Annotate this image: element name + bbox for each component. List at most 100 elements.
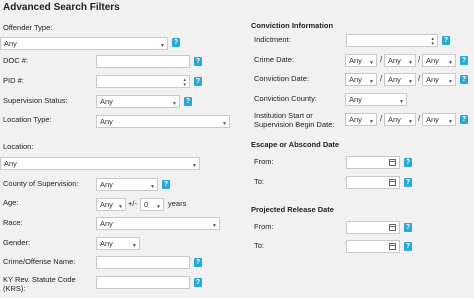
calendar-icon[interactable] (389, 243, 396, 250)
offender-type-label: Offender Type: (3, 23, 53, 32)
county-of-supervision-label: County of Supervision: (3, 179, 79, 188)
release-to-label: To: (254, 241, 265, 250)
krs-help-icon[interactable]: ? (194, 278, 202, 287)
escape-abscond-heading: Escape or Abscond Date (251, 140, 340, 149)
escape-to-date-input[interactable] (346, 176, 400, 189)
escape-from-label: From: (254, 157, 274, 166)
krs-code-input[interactable] (96, 276, 190, 289)
release-from-help-icon[interactable]: ? (404, 223, 412, 232)
age-range-select[interactable]: 0 ▼ (140, 198, 164, 211)
county-of-supervision-help-icon[interactable]: ? (162, 180, 170, 189)
institution-start-day-select[interactable]: Any ▼ (384, 113, 416, 126)
conviction-date-year-select[interactable]: Any ▼ (422, 73, 456, 86)
chevron-down-icon: ▼ (172, 101, 177, 107)
crime-date-help-icon[interactable]: ? (460, 56, 468, 65)
chevron-down-icon: ▼ (192, 163, 197, 169)
conviction-county-label: Conviction County: (254, 94, 317, 103)
race-label: Race: (3, 218, 23, 227)
chevron-down-icon: ▼ (408, 79, 413, 85)
escape-to-label: To: (254, 177, 265, 186)
escape-from-help-icon[interactable]: ? (404, 158, 412, 167)
institution-start-year-select[interactable]: Any ▼ (422, 113, 456, 126)
crime-date-label: Crime Date: (254, 55, 295, 64)
location-type-label: Location Type: (3, 115, 52, 124)
doc-number-input[interactable] (96, 55, 190, 68)
date-separator: / (380, 55, 383, 64)
calendar-icon[interactable] (389, 224, 396, 231)
calendar-icon[interactable] (389, 179, 396, 186)
date-separator: / (380, 114, 383, 123)
spinner-icon[interactable]: ▲ ▼ (183, 77, 187, 87)
indictment-input[interactable]: ▲ ▼ (346, 34, 438, 47)
conviction-date-help-icon[interactable]: ? (460, 75, 468, 84)
chevron-down-icon: ▼ (448, 79, 453, 85)
crime-date-year-select[interactable]: Any ▼ (422, 54, 456, 67)
escape-from-date-input[interactable] (346, 156, 400, 169)
indictment-help-icon[interactable]: ? (442, 36, 450, 45)
spinner-icon[interactable]: ▲ ▼ (431, 36, 435, 46)
county-of-supervision-select[interactable]: Any ▼ (96, 178, 158, 191)
chevron-down-icon: ▼ (448, 60, 453, 66)
date-separator: / (418, 74, 421, 83)
chevron-down-icon: ▼ (448, 119, 453, 125)
conviction-date-day-select[interactable]: Any ▼ (384, 73, 416, 86)
date-separator: / (418, 55, 421, 64)
age-plus-minus-label: +/- (128, 199, 137, 208)
offender-type-select[interactable]: Any ▼ (0, 37, 168, 50)
indictment-label: Indictment: (254, 35, 291, 44)
date-separator: / (418, 114, 421, 123)
chevron-down-icon: ▼ (408, 119, 413, 125)
doc-label: DOC #: (3, 56, 29, 65)
pid-label: PID #: (3, 76, 24, 85)
crime-date-day-select[interactable]: Any ▼ (384, 54, 416, 67)
chevron-down-icon: ▼ (150, 184, 155, 190)
release-from-date-input[interactable] (346, 221, 400, 234)
escape-to-help-icon[interactable]: ? (404, 178, 412, 187)
institution-start-label: Institution Start or Supervision Begin Da… (254, 111, 335, 129)
date-separator: / (380, 74, 383, 83)
chevron-down-icon: ▼ (160, 43, 165, 49)
supervision-status-help-icon[interactable]: ? (184, 97, 192, 106)
pid-number-input[interactable]: ▲ ▼ (96, 75, 190, 88)
conviction-information-heading: Conviction Information (251, 21, 334, 30)
gender-select[interactable]: Any ▼ (96, 237, 140, 250)
age-select[interactable]: Any ▼ (96, 198, 126, 211)
chevron-down-icon: ▼ (118, 204, 123, 210)
age-unit-label: years (168, 199, 187, 208)
institution-start-help-icon[interactable]: ? (460, 115, 468, 124)
offender-type-help-icon[interactable]: ? (172, 38, 180, 47)
conviction-date-month-select[interactable]: Any ▼ (345, 73, 377, 86)
chevron-down-icon: ▼ (369, 79, 374, 85)
location-type-select[interactable]: Any ▼ (96, 115, 230, 128)
chevron-down-icon: ▼ (369, 119, 374, 125)
crime-offense-input[interactable] (96, 256, 190, 269)
age-label: Age: (3, 198, 19, 207)
chevron-down-icon: ▼ (156, 204, 161, 210)
crime-offense-help-icon[interactable]: ? (194, 258, 202, 267)
projected-release-heading: Projected Release Date (251, 205, 334, 214)
location-label: Location: (3, 142, 34, 151)
release-to-help-icon[interactable]: ? (404, 242, 412, 251)
institution-start-month-select[interactable]: Any ▼ (345, 113, 377, 126)
doc-help-icon[interactable]: ? (194, 57, 202, 66)
calendar-icon[interactable] (389, 159, 396, 166)
conviction-county-select[interactable]: Any ▼ (345, 93, 407, 106)
supervision-status-select[interactable]: Any ▼ (96, 95, 180, 108)
location-select[interactable]: Any ▼ (0, 157, 200, 170)
chevron-down-icon: ▼ (132, 243, 137, 249)
race-select[interactable]: Any ▼ (96, 217, 220, 230)
gender-label: Gender: (3, 238, 31, 247)
chevron-down-icon: ▼ (399, 99, 404, 105)
crime-offense-label: Crime/Offense Name: (3, 257, 76, 266)
release-from-label: From: (254, 222, 274, 231)
chevron-down-icon: ▼ (408, 60, 413, 66)
chevron-down-icon: ▼ (369, 60, 374, 66)
crime-date-month-select[interactable]: Any ▼ (345, 54, 377, 67)
pid-help-icon[interactable]: ? (194, 77, 202, 86)
conviction-date-label: Conviction Date: (254, 74, 310, 83)
krs-label: KY Rev. Statute Code (KRS): (3, 275, 76, 293)
supervision-status-label: Supervision Status: (3, 96, 68, 105)
page-title: Advanced Search Filters (3, 2, 120, 13)
release-to-date-input[interactable] (346, 240, 400, 253)
chevron-down-icon: ▼ (222, 121, 227, 127)
